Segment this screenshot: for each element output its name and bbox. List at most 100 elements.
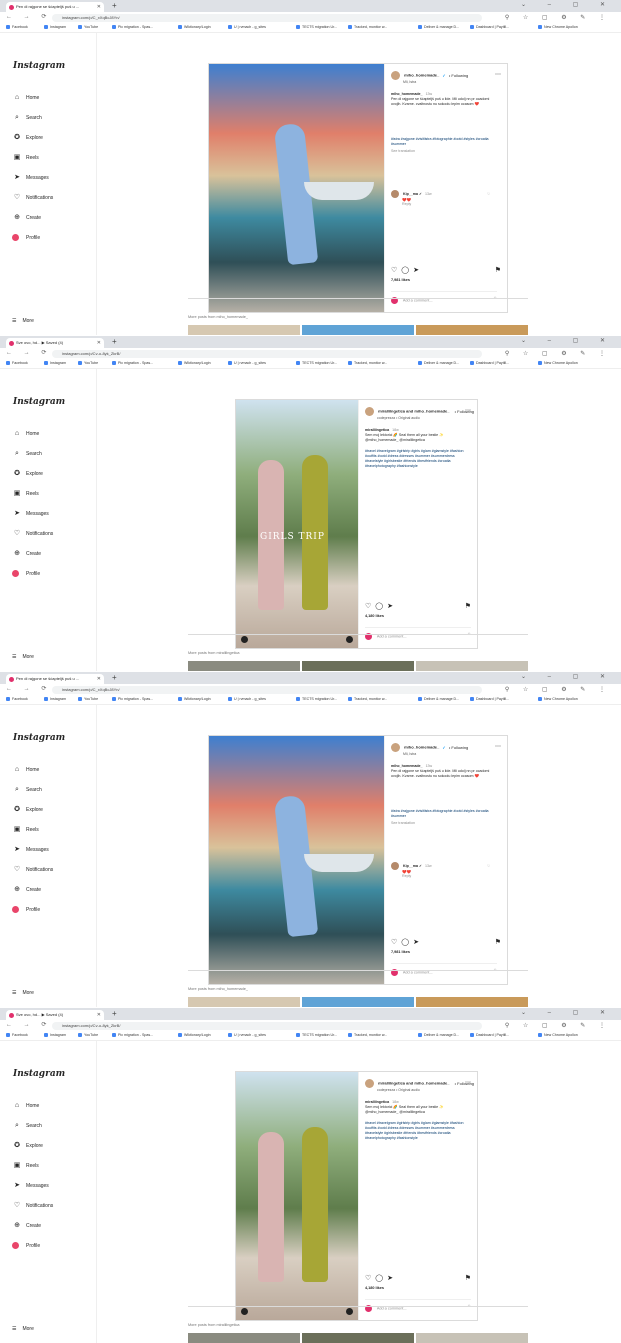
nav-item-profile[interactable]: Profile [12,569,40,579]
nav-item-search[interactable]: ⌕ Search [12,785,42,795]
nav-item-create[interactable]: ⊕ Create [12,885,41,895]
follow-status[interactable]: • Following [449,73,468,78]
caption-username[interactable]: miho_homemade_ [391,764,423,768]
bookmark-item[interactable]: Dashboard | Paytill... [470,361,509,366]
extension-icons[interactable]: ⚲ ☆ ▢ ⚙ ✎ ⋮ [505,350,611,357]
post-location[interactable]: codeprezza • Original audio [377,1088,474,1092]
nav-item-profile[interactable]: Profile [12,1241,40,1251]
new-tab-button[interactable]: + [112,337,117,346]
bookmark-item[interactable]: Wiktionary/Login [178,361,211,366]
save-icon[interactable]: ⚑ [495,266,501,274]
nav-item-home[interactable]: ⌂ Home [12,93,39,103]
nav-item-reels[interactable]: ▣ Reels [12,1161,39,1171]
bookmark-item[interactable]: Wiktionary/Login [178,25,211,30]
close-tab-icon[interactable]: ✕ [97,674,101,684]
commenter-username[interactable]: Kip__ma ✓ [403,192,422,196]
more-post-thumbnail[interactable] [302,661,414,671]
bookmark-item[interactable]: New Chrome Apollon [538,697,578,702]
post-location[interactable]: Mli, Istra [403,80,468,84]
follow-status[interactable]: • Following [449,745,468,750]
new-tab-button[interactable]: + [112,1,117,10]
reply-link[interactable]: Reply [402,874,432,878]
post-photo[interactable] [209,736,384,984]
nav-item-more[interactable]: ☰ More [12,990,34,996]
share-icon[interactable]: ➤ [413,267,423,274]
bookmark-item[interactable]: Deliver & manage D... [418,1033,459,1038]
window-controls[interactable]: ⌄ – ▢ ✕ [521,1,615,8]
more-post-thumbnail[interactable] [188,661,300,671]
more-post-thumbnail[interactable] [416,997,528,1007]
caption-hashtags[interactable]: #istra #rajgone #visitiistra #fotographi… [391,809,491,819]
save-icon[interactable]: ⚑ [465,1274,471,1282]
browser-tab[interactable]: Sve ovo, hd... ▶ Saved (4) ✕ [6,338,104,348]
bookmark-item[interactable]: Tracked, monitor w... [348,25,387,30]
see-translation-link[interactable]: See translation [391,149,491,154]
bookmark-item[interactable]: Tracked, monitor w... [348,697,387,702]
caption-username[interactable]: mirallilngetica [365,428,389,432]
like-icon[interactable]: ♡ [391,939,401,946]
comment-icon[interactable]: ◯ [375,1275,387,1282]
nav-item-search[interactable]: ⌕ Search [12,1121,42,1131]
comment-icon[interactable]: ◯ [375,603,387,610]
nav-item-create[interactable]: ⊕ Create [12,213,41,223]
more-post-thumbnail[interactable] [302,325,414,335]
window-controls[interactable]: ⌄ – ▢ ✕ [521,673,615,680]
extension-icons[interactable]: ⚲ ☆ ▢ ⚙ ✎ ⋮ [505,14,611,21]
extension-icons[interactable]: ⚲ ☆ ▢ ⚙ ✎ ⋮ [505,686,611,693]
post-photo[interactable]: GIRLS TRIP [236,400,358,648]
bookmark-item[interactable]: Wiktionary/Login [178,697,211,702]
more-post-thumbnail[interactable] [188,325,300,335]
nav-item-reels[interactable]: ▣ Reels [12,153,39,163]
nav-item-notifications[interactable]: ♡ Notifications [12,1201,53,1211]
bookmark-item[interactable]: YouTube [78,361,98,366]
bookmark-item[interactable]: Facebook [6,25,28,30]
author-avatar[interactable] [365,407,374,416]
nav-item-explore[interactable]: ✪ Explore [12,1141,43,1151]
url-input[interactable]: instagram.com/p/Cv-o-8yk_ZkrB/ [52,1022,482,1030]
instagram-logo[interactable]: Instagram [13,61,65,71]
instagram-logo[interactable]: Instagram [13,397,65,407]
bookmark-item[interactable]: TECTS migration Ur... [296,1033,337,1038]
caption-username[interactable]: miho_homemade_ [391,92,423,96]
post-location[interactable]: codeprezza • Original audio [377,416,474,420]
more-options-icon[interactable]: ⋯ [495,71,501,78]
nav-item-more[interactable]: ☰ More [12,654,34,660]
post-photo[interactable] [209,64,384,312]
caption-username[interactable]: mirallilngetica [365,1100,389,1104]
url-input[interactable]: instagram.com/p/C_xXqBcJ8Yn/ [52,686,482,694]
tag-people-icon[interactable] [346,636,353,643]
reply-link[interactable]: Reply [402,202,432,206]
more-posts-heading[interactable]: More posts from miho_homemade_ [188,987,248,991]
browser-tab[interactable]: Sve ovo, hd... ▶ Saved (4) ✕ [6,1010,104,1020]
more-options-icon[interactable]: ⋯ [465,407,471,414]
bookmark-item[interactable]: TECTS migration Ur... [296,25,337,30]
audio-icon[interactable] [241,636,248,643]
nav-item-explore[interactable]: ✪ Explore [12,133,43,143]
nav-item-search[interactable]: ⌕ Search [12,113,42,123]
more-options-icon[interactable]: ⋯ [465,1079,471,1086]
author-avatar[interactable] [391,71,400,80]
like-icon[interactable]: ♡ [365,1275,375,1282]
bookmark-item[interactable]: Deliver & manage D... [418,361,459,366]
browser-tab[interactable]: Pen di rajgone se šćapteljš puš u ... ✕ [6,674,104,684]
nav-item-explore[interactable]: ✪ Explore [12,805,43,815]
likes-count[interactable]: 4,180 likes [365,1286,384,1290]
bookmark-item[interactable]: Instagram [44,697,66,702]
more-post-thumbnail[interactable] [416,661,528,671]
commenter-username[interactable]: Kip__ma ✓ [403,864,422,868]
nav-item-messages[interactable]: ➤ Messages [12,1181,49,1191]
instagram-logo[interactable]: Instagram [13,1069,65,1079]
tag-people-icon[interactable] [346,1308,353,1315]
bookmark-item[interactable]: Dashboard | Paytill... [470,25,509,30]
bookmark-item[interactable]: Tracked, monitor w... [348,1033,387,1038]
save-icon[interactable]: ⚑ [465,602,471,610]
post-author[interactable]: mirallilngetica and miho_homemade_ [378,1081,449,1086]
close-tab-icon[interactable]: ✕ [97,1010,101,1020]
like-icon[interactable]: ♡ [365,603,375,610]
comment-like-icon[interactable]: ♡ [487,192,490,196]
new-tab-button[interactable]: + [112,673,117,682]
see-translation-link[interactable]: See translation [391,821,491,826]
bookmark-item[interactable]: YouTube [78,697,98,702]
post-author[interactable]: miho_homemade_ [404,745,439,750]
more-post-thumbnail[interactable] [302,997,414,1007]
